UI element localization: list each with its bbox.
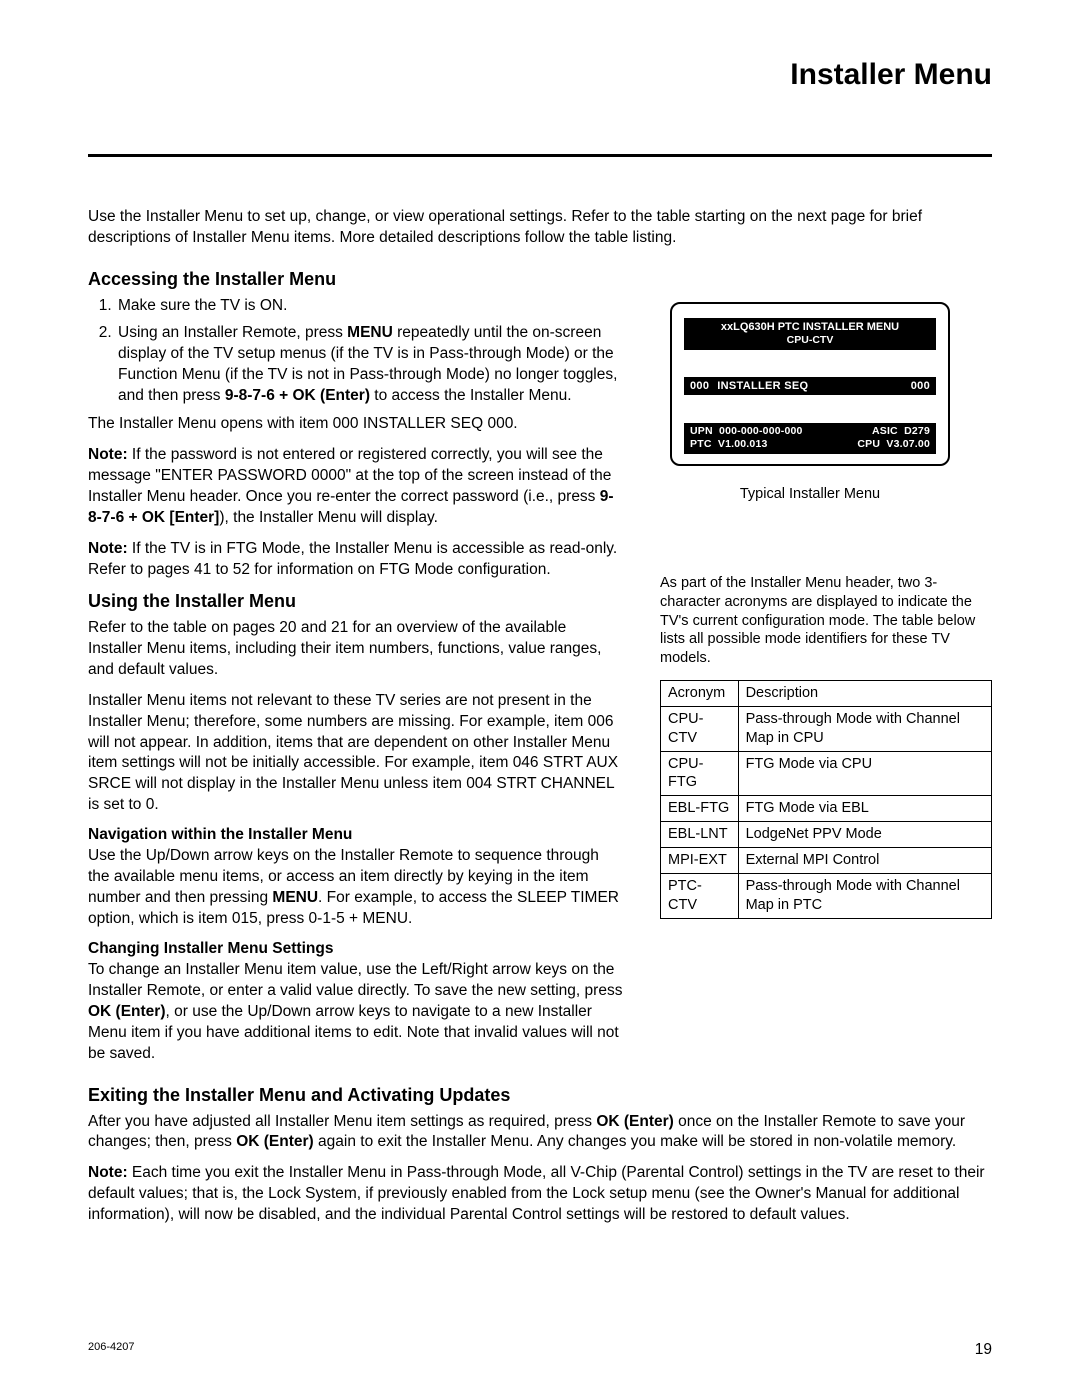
menu-item-val: 000 [893, 380, 930, 392]
menu-header-line1: xxLQ630H PTC INSTALLER MENU [721, 321, 899, 333]
menu-caption: Typical Installer Menu [660, 486, 960, 502]
note2-text: If the TV is in FTG Mode, the Installer … [88, 540, 617, 578]
ptc-val: V1.00.013 [718, 438, 768, 450]
change-paragraph: To change an Installer Menu item value, … [88, 960, 624, 1065]
heading-exiting: Exiting the Installer Menu and Activatin… [88, 1085, 992, 1106]
step2-menu-key: MENU [347, 324, 393, 341]
nav-menu-key: MENU [272, 889, 318, 906]
intro-paragraph: Use the Installer Menu to set up, change… [88, 207, 968, 249]
left-column: Make sure the TV is ON. Using an Install… [88, 296, 624, 1075]
footer-doc-number: 206-4207 [88, 1341, 135, 1359]
table-header-row: Acronym Description [661, 681, 992, 707]
step2-key-seq: 9-8-7-6 + OK (Enter) [225, 387, 370, 404]
menu-header: xxLQ630H PTC INSTALLER MENU CPU-CTV [684, 318, 936, 350]
cell-desc: External MPI Control [738, 847, 991, 873]
page-footer: 206-4207 19 [88, 1341, 992, 1359]
cell-acronym: PTC-CTV [661, 873, 739, 918]
note1-text-a: If the password is not entered or regist… [88, 446, 611, 505]
exit-p1: After you have adjusted all Installer Me… [88, 1112, 992, 1154]
th-acronym: Acronym [661, 681, 739, 707]
exit-ok2: OK (Enter) [236, 1133, 314, 1150]
note2-label: Note: [88, 540, 128, 557]
asic-label: ASIC [872, 425, 898, 437]
exit-ok1: OK (Enter) [596, 1113, 674, 1130]
installer-menu-screenshot: xxLQ630H PTC INSTALLER MENU CPU-CTV 000 … [670, 302, 950, 466]
table-row: CPU-CTVPass-through Mode with Channel Ma… [661, 706, 992, 751]
change-text-a: To change an Installer Menu item value, … [88, 961, 622, 999]
using-p2: Installer Menu items not relevant to the… [88, 691, 624, 817]
subhead-navigation: Navigation within the Installer Menu [88, 826, 624, 844]
page-title: Installer Menu [88, 58, 992, 92]
th-description: Description [738, 681, 991, 707]
right-column: xxLQ630H PTC INSTALLER MENU CPU-CTV 000 … [660, 296, 992, 1075]
note1-text-b: ), the Installer Menu will display. [219, 509, 438, 526]
cell-desc: FTG Mode via CPU [738, 751, 991, 796]
change-text-b: , or use the Up/Down arrow keys to navig… [88, 1003, 619, 1062]
horizontal-rule [88, 154, 992, 157]
opens-paragraph: The Installer Menu opens with item 000 I… [88, 414, 624, 435]
cell-desc: FTG Mode via EBL [738, 796, 991, 822]
using-p1: Refer to the table on pages 20 and 21 fo… [88, 618, 624, 681]
cpu-val: V3.07.00 [886, 438, 930, 450]
menu-item-line: 000 INSTALLER SEQ 000 [684, 377, 936, 395]
heading-using: Using the Installer Menu [88, 591, 624, 612]
step2-text-c: to access the Installer Menu. [370, 387, 572, 404]
cell-acronym: CPU-FTG [661, 751, 739, 796]
exit-text-c: again to exit the Installer Menu. Any ch… [314, 1133, 956, 1150]
cell-desc: LodgeNet PPV Mode [738, 822, 991, 848]
upn-label: UPN [690, 425, 713, 437]
upn-val: 000-000-000-000 [719, 425, 803, 437]
heading-accessing: Accessing the Installer Menu [88, 269, 992, 290]
subhead-changing: Changing Installer Menu Settings [88, 940, 624, 958]
exit-note: Note: Each time you exit the Installer M… [88, 1163, 992, 1226]
menu-item-label: INSTALLER SEQ [717, 380, 808, 392]
table-intro: As part of the Installer Menu header, tw… [660, 574, 990, 668]
asic-val: D279 [904, 425, 930, 437]
cpu-label: CPU [857, 438, 880, 450]
exit-text-a: After you have adjusted all Installer Me… [88, 1113, 596, 1130]
menu-header-line2: CPU-CTV [688, 334, 932, 348]
table-row: CPU-FTGFTG Mode via CPU [661, 751, 992, 796]
table-row: PTC-CTVPass-through Mode with Channel Ma… [661, 873, 992, 918]
cell-acronym: EBL-FTG [661, 796, 739, 822]
nav-paragraph: Use the Up/Down arrow keys on the Instal… [88, 846, 624, 930]
cell-desc: Pass-through Mode with Channel Map in CP… [738, 706, 991, 751]
change-ok-key: OK (Enter) [88, 1003, 166, 1020]
acronym-table: Acronym Description CPU-CTVPass-through … [660, 680, 992, 918]
table-row: EBL-LNTLodgeNet PPV Mode [661, 822, 992, 848]
step-1: Make sure the TV is ON. [116, 296, 624, 317]
note1-label: Note: [88, 446, 128, 463]
note-2: Note: If the TV is in FTG Mode, the Inst… [88, 539, 624, 581]
exit-note-label: Note: [88, 1164, 128, 1181]
cell-desc: Pass-through Mode with Channel Map in PT… [738, 873, 991, 918]
step2-text-a: Using an Installer Remote, press [118, 324, 347, 341]
menu-item-num: 000 [690, 380, 709, 392]
menu-footer: UPN 000-000-000-000 ASIC D279 PTC V1.00.… [684, 423, 936, 454]
step-2: Using an Installer Remote, press MENU re… [116, 323, 624, 407]
access-steps: Make sure the TV is ON. Using an Install… [88, 296, 624, 407]
table-row: EBL-FTGFTG Mode via EBL [661, 796, 992, 822]
ptc-label: PTC [690, 438, 712, 450]
cell-acronym: MPI-EXT [661, 847, 739, 873]
table-row: MPI-EXTExternal MPI Control [661, 847, 992, 873]
footer-page-number: 19 [975, 1341, 992, 1359]
note-1: Note: If the password is not entered or … [88, 445, 624, 529]
exit-note-text: Each time you exit the Installer Menu in… [88, 1164, 985, 1223]
cell-acronym: EBL-LNT [661, 822, 739, 848]
cell-acronym: CPU-CTV [661, 706, 739, 751]
